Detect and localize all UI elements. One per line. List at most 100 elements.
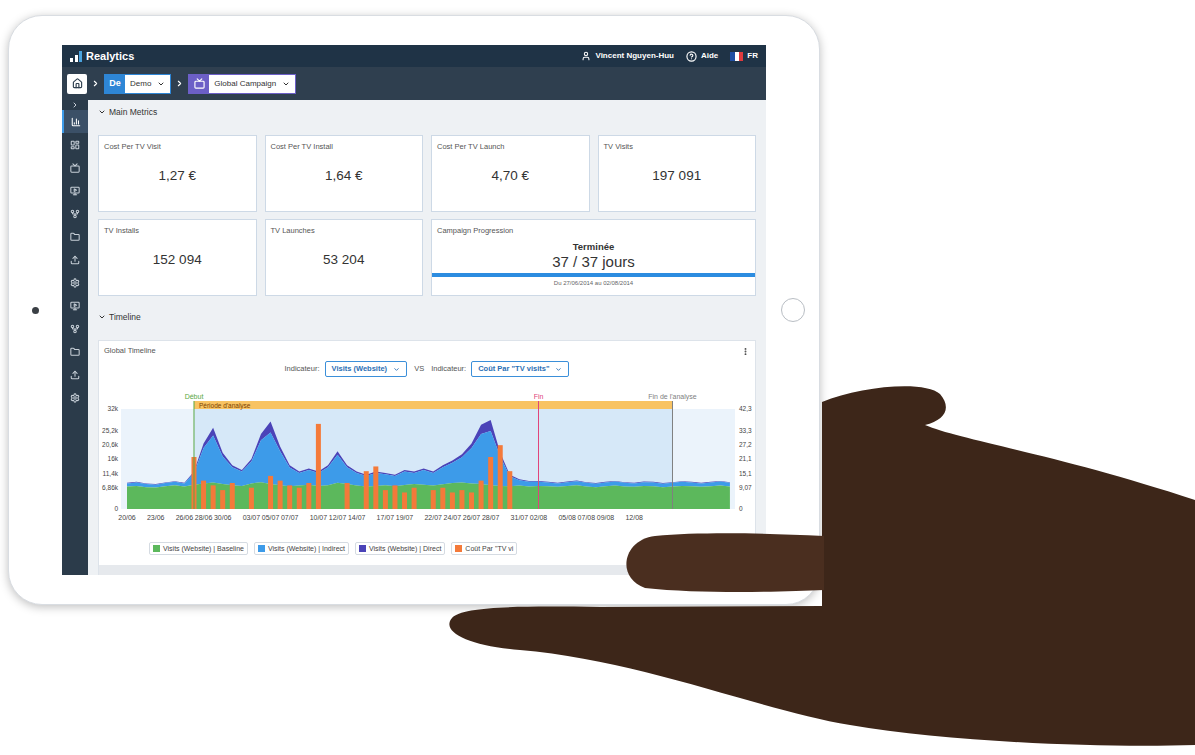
metric-card: TV Installs152 094 xyxy=(98,219,257,296)
metric-label: TV Installs xyxy=(104,226,251,235)
x-axis-label: 28/06 xyxy=(195,514,213,521)
progress-card: Campaign ProgressionTerminée37 / 37 jour… xyxy=(431,219,756,296)
cost-bar[interactable] xyxy=(306,483,311,509)
sidebar-item[interactable] xyxy=(62,156,88,179)
legend-swatch xyxy=(359,545,366,552)
chevron-down-icon xyxy=(282,80,290,88)
cost-bar[interactable] xyxy=(431,490,436,509)
right-axis-label: 21,1 xyxy=(739,455,752,462)
legend-item[interactable]: Visits (Website) | Indirect xyxy=(254,542,349,555)
more-icon[interactable] xyxy=(741,347,750,356)
section-title: Timeline xyxy=(109,311,141,324)
home-button[interactable] xyxy=(781,298,805,322)
right-axis-label: 27,2 xyxy=(739,441,752,448)
sidebar xyxy=(62,100,88,575)
sidebar-item[interactable] xyxy=(62,317,88,340)
cost-bar[interactable] xyxy=(507,471,512,509)
marker-label: Fin de l'analyse xyxy=(648,393,697,401)
help-link[interactable]: Aide xyxy=(686,50,718,62)
chevron-down-icon xyxy=(393,366,400,373)
cost-bar[interactable] xyxy=(345,483,350,509)
upload-icon xyxy=(70,370,80,380)
chart-legend: Visits (Website) | Baseline Visits (Websi… xyxy=(99,542,755,555)
sidebar-item[interactable] xyxy=(62,202,88,225)
x-axis-label: 20/06 xyxy=(118,514,136,521)
hand-thumb xyxy=(626,533,824,592)
cost-bar[interactable] xyxy=(412,488,417,509)
legend-item[interactable]: Visits (Website) | Direct xyxy=(355,542,445,555)
progress-dates: Du 27/06/2014 au 02/08/2014 xyxy=(437,279,750,287)
indicator-value: Coût Par "TV visits" xyxy=(478,363,549,374)
cost-bar[interactable] xyxy=(201,481,206,509)
page: Realytics Vincent Nguyen-Huu Aide FR DeDemo G… xyxy=(0,0,1195,755)
sidebar-item[interactable] xyxy=(62,248,88,271)
cost-bar[interactable] xyxy=(498,445,503,509)
language-switch[interactable]: FR xyxy=(730,50,758,62)
cost-bar[interactable] xyxy=(230,483,235,509)
home-button[interactable] xyxy=(67,74,87,94)
left-axis-label: 11,4k xyxy=(103,470,119,477)
cost-bar[interactable] xyxy=(297,488,302,509)
left-axis-label: 0 xyxy=(114,505,118,512)
indicator-label: Indicateur: xyxy=(431,363,466,374)
cost-bar[interactable] xyxy=(440,488,445,509)
cost-bar[interactable] xyxy=(364,471,369,509)
cost-bar[interactable] xyxy=(479,481,484,509)
user-menu[interactable]: Vincent Nguyen-Huu xyxy=(581,50,674,62)
right-axis-label: 9,07 xyxy=(739,484,752,491)
legend-item[interactable]: Visits (Website) | Baseline xyxy=(149,542,248,555)
main-content: Main MetricsCost Per TV Visit1,27 €Cost … xyxy=(88,100,766,575)
sidebar-item[interactable] xyxy=(62,363,88,386)
sidebar-item[interactable] xyxy=(62,179,88,202)
timeline-chart: Période d'analyseDébutFinFin de l'analys… xyxy=(99,392,755,532)
section-header[interactable]: Timeline xyxy=(98,296,756,338)
metric-label: TV Launches xyxy=(271,226,418,235)
section-header[interactable]: Main Metrics xyxy=(98,100,756,124)
cost-bar[interactable] xyxy=(488,457,493,509)
sidebar-item[interactable] xyxy=(62,225,88,248)
timeline-panel: Global TimelineIndicateur:Visits (Websit… xyxy=(98,340,756,575)
user-icon xyxy=(581,51,591,61)
marker-label: Début xyxy=(185,393,204,400)
right-axis-label: 0 xyxy=(739,505,743,512)
indicator-select[interactable]: Coût Par "TV visits" xyxy=(471,361,569,377)
legend-swatch xyxy=(455,545,462,552)
cost-bar[interactable] xyxy=(249,488,254,509)
campaign-selector[interactable]: Global Campaign xyxy=(188,74,296,94)
logo[interactable]: Realytics xyxy=(70,50,134,63)
indicator-select[interactable]: Visits (Website) xyxy=(325,361,408,377)
org-selector[interactable]: DeDemo xyxy=(104,74,171,94)
sidebar-item[interactable] xyxy=(62,294,88,317)
sidebar-item[interactable] xyxy=(62,133,88,156)
help-label: Aide xyxy=(701,50,718,62)
cost-bar[interactable] xyxy=(450,492,455,509)
sidebar-item[interactable] xyxy=(62,386,88,409)
x-axis-label: 12/07 xyxy=(329,514,347,521)
cost-bar[interactable] xyxy=(469,492,474,509)
x-axis-label: 31/07 xyxy=(511,514,529,521)
cost-bar[interactable] xyxy=(459,490,464,509)
x-axis-label: 23/06 xyxy=(147,514,165,521)
cost-bar[interactable] xyxy=(392,485,397,509)
sidebar-item[interactable] xyxy=(62,271,88,294)
table-header-strip xyxy=(99,565,755,575)
hand-palm xyxy=(449,386,1195,746)
cost-bar[interactable] xyxy=(211,485,216,509)
legend-item[interactable]: Coût Par "TV vi xyxy=(451,542,517,555)
sidebar-item[interactable] xyxy=(62,110,88,133)
cost-bar[interactable] xyxy=(402,492,407,509)
cost-bar[interactable] xyxy=(268,476,273,509)
analysis-band xyxy=(194,401,673,409)
cost-bar[interactable] xyxy=(278,481,283,509)
sidebar-toggle[interactable] xyxy=(62,100,88,110)
sidebar-item[interactable] xyxy=(62,340,88,363)
cost-bar[interactable] xyxy=(383,490,388,509)
cost-bar[interactable] xyxy=(220,490,225,509)
fork-icon xyxy=(70,209,80,219)
cost-bar[interactable] xyxy=(373,466,378,509)
camera-dot xyxy=(32,307,39,314)
cost-bar[interactable] xyxy=(287,485,292,509)
cost-bar[interactable] xyxy=(316,424,321,509)
logo-icon xyxy=(70,51,82,62)
metric-value: 197 091 xyxy=(604,167,751,184)
